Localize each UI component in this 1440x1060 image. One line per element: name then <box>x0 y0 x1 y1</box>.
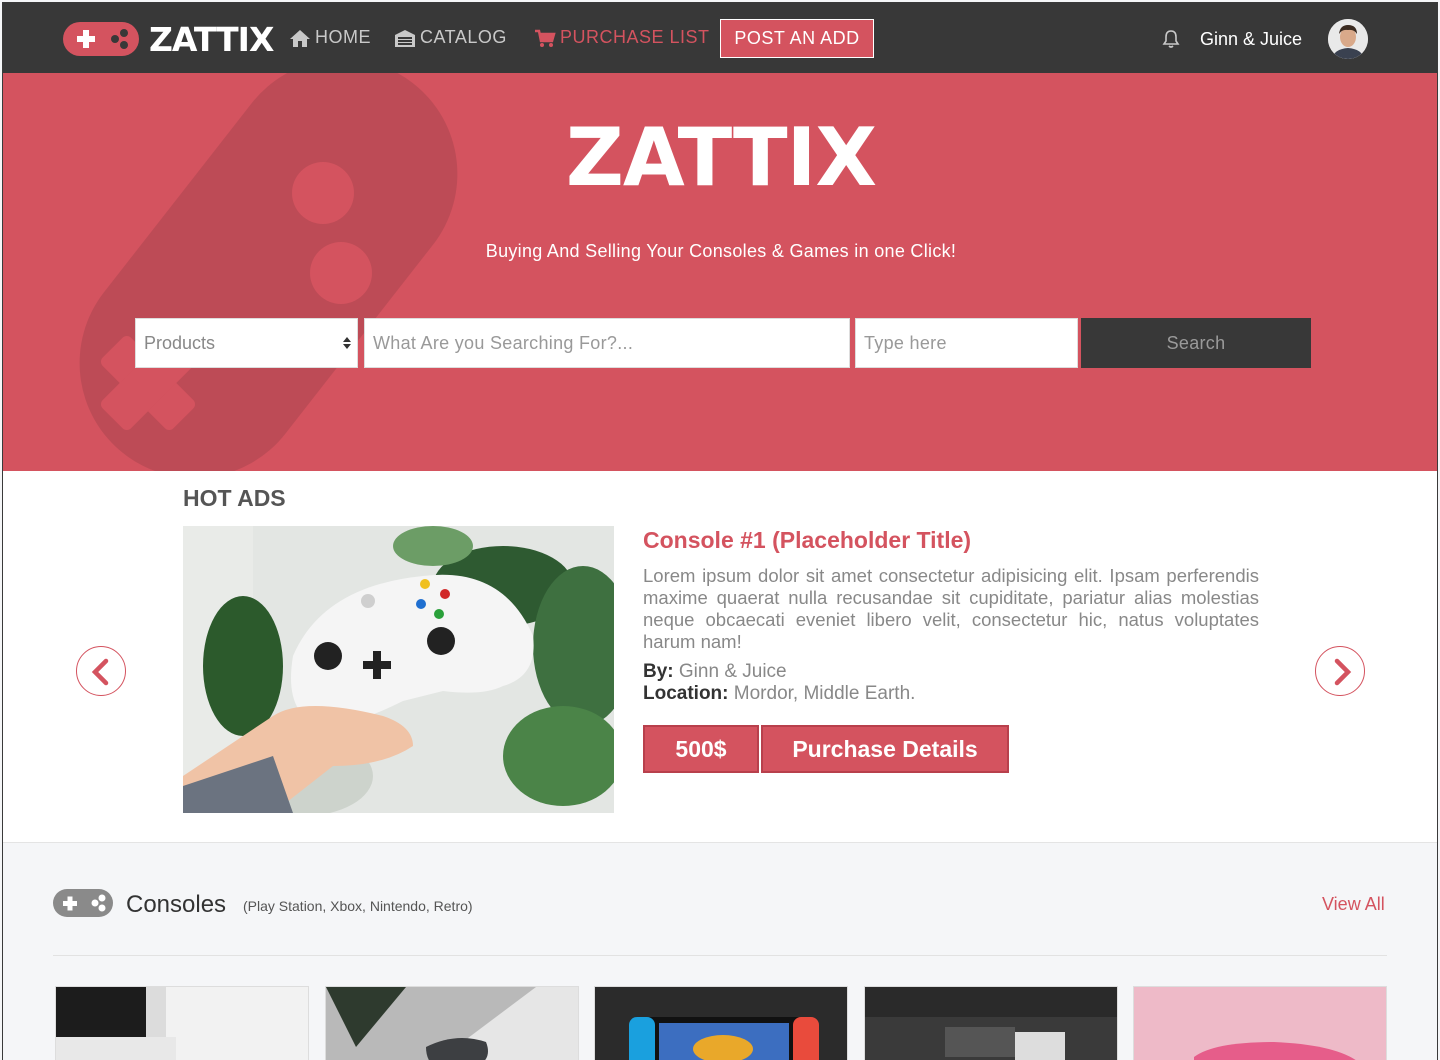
ad-price-button[interactable]: 500$ <box>643 725 759 773</box>
nav-purchase-list[interactable]: PURCHASE LIST <box>534 27 710 48</box>
ad-meta: By: Ginn & Juice Location: Mordor, Middl… <box>643 661 915 705</box>
carousel-next-button[interactable] <box>1315 646 1365 696</box>
hot-ads-section: HOT ADS Console #1 (Placeholder Title) L… <box>3 471 1437 843</box>
console-card-image <box>595 987 847 1060</box>
console-card[interactable] <box>1133 986 1387 1060</box>
view-all-link[interactable]: View All <box>1322 894 1385 915</box>
home-icon <box>290 29 310 47</box>
cart-icon <box>535 29 556 47</box>
hot-ads-heading: HOT ADS <box>183 485 286 511</box>
ad-seller: By: Ginn & Juice <box>643 661 915 683</box>
nav-home[interactable]: HOME <box>289 27 371 48</box>
gamepad-logo-icon <box>63 22 139 56</box>
carousel-prev-button[interactable] <box>76 646 126 696</box>
console-card-image <box>865 987 1117 1060</box>
garage-icon <box>395 29 415 47</box>
ad-seller-label: By: <box>643 661 674 682</box>
top-navbar: ZATTIX HOME CATALOG PURCHASE LIST POST A… <box>3 3 1437 73</box>
brand-logo[interactable]: ZATTIX <box>63 19 274 59</box>
console-card-image <box>326 987 578 1060</box>
nav-catalog[interactable]: CATALOG <box>394 27 507 48</box>
ad-location: Location: Mordor, Middle Earth. <box>643 683 915 705</box>
search-button[interactable]: Search <box>1081 318 1311 368</box>
hero-title: ZATTIX <box>565 111 877 204</box>
brand-name: ZATTIX <box>149 19 274 59</box>
hero-subtitle: Buying And Selling Your Consoles & Games… <box>485 241 957 261</box>
ad-location-label: Location: <box>643 683 729 704</box>
gamepad-icon <box>53 889 113 917</box>
type-input[interactable]: Type here <box>855 318 1078 368</box>
divider <box>53 955 1387 956</box>
consoles-section: Consoles (Play Station, Xbox, Nintendo, … <box>3 844 1437 1060</box>
console-card[interactable] <box>55 986 309 1060</box>
ad-title[interactable]: Console #1 (Placeholder Title) <box>643 527 971 554</box>
chevron-right-icon <box>1334 658 1352 686</box>
consoles-heading: Consoles <box>126 891 227 918</box>
search-input[interactable]: What Are you Searching For?... <box>364 318 850 368</box>
hot-ad-image[interactable] <box>183 526 614 813</box>
category-select[interactable]: Products <box>135 318 358 368</box>
consoles-subtitle: (Play Station, Xbox, Nintendo, Retro) <box>243 898 473 914</box>
nav-purchase-label: PURCHASE LIST <box>560 27 710 47</box>
nav-catalog-label: CATALOG <box>420 27 507 47</box>
ad-location-value: Mordor, Middle Earth. <box>733 683 916 704</box>
bell-icon[interactable] <box>1161 29 1181 49</box>
console-card[interactable] <box>325 986 579 1060</box>
chevron-left-icon <box>91 658 109 686</box>
console-card[interactable] <box>864 986 1118 1060</box>
console-card-image <box>56 987 308 1060</box>
post-ad-button[interactable]: POST AN ADD <box>720 19 874 58</box>
user-name[interactable]: Ginn & Juice <box>1200 29 1302 50</box>
ad-description: Lorem ipsum dolor sit amet consectetur a… <box>643 565 1259 652</box>
ad-seller-value: Ginn & Juice <box>678 661 787 682</box>
avatar[interactable] <box>1328 19 1368 59</box>
nav-home-label: HOME <box>315 27 371 47</box>
page-frame: ZATTIX HOME CATALOG PURCHASE LIST POST A… <box>2 2 1438 1060</box>
purchase-details-button[interactable]: Purchase Details <box>761 725 1009 773</box>
controller-photo <box>183 526 614 813</box>
hero-banner: ZATTIX Buying And Selling Your Consoles … <box>3 73 1437 471</box>
avatar-image <box>1328 19 1368 59</box>
console-card[interactable] <box>594 986 848 1060</box>
select-caret-icon <box>343 337 351 349</box>
category-select-value: Products <box>144 332 216 353</box>
console-card-image <box>1134 987 1386 1060</box>
